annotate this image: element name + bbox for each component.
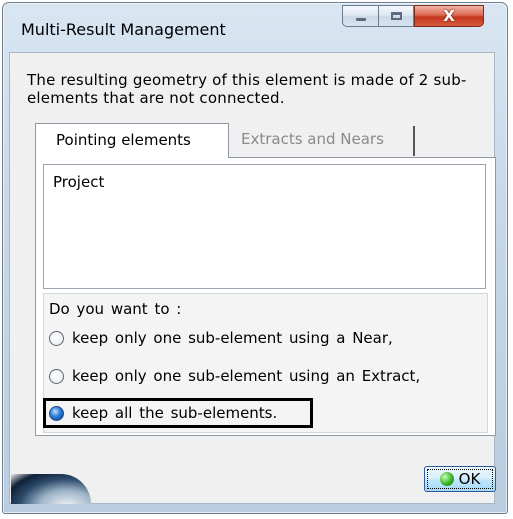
option-label: keep only one sub-element using an Extra… bbox=[72, 367, 421, 385]
radio-button[interactable] bbox=[49, 368, 64, 384]
option-keep-one-near[interactable]: keep only one sub-element using a Near, bbox=[49, 329, 393, 347]
pointing-elements-list[interactable]: Project bbox=[43, 164, 486, 289]
option-keep-one-extract[interactable]: keep only one sub-element using an Extra… bbox=[49, 367, 420, 385]
maximize-button[interactable] bbox=[378, 5, 414, 27]
window-controls: X bbox=[342, 5, 484, 27]
result-message: The resulting geometry of this element i… bbox=[27, 71, 467, 107]
tab-extracts-and-nears[interactable]: Extracts and Nears bbox=[229, 126, 415, 156]
ok-button[interactable]: OK bbox=[424, 466, 496, 492]
green-ok-icon bbox=[439, 472, 454, 486]
close-icon: X bbox=[443, 7, 455, 25]
radio-button[interactable] bbox=[49, 330, 64, 346]
tab-pointing-elements[interactable]: Pointing elements bbox=[35, 123, 229, 158]
ok-label: OK bbox=[458, 470, 481, 488]
option-label: keep only one sub-element using a Near, bbox=[72, 329, 393, 347]
options-question: Do you want to : bbox=[49, 300, 182, 318]
maximize-icon bbox=[390, 12, 402, 20]
tab-label: Pointing elements bbox=[56, 131, 191, 149]
window-title: Multi-Result Management bbox=[21, 20, 226, 39]
list-item[interactable]: Project bbox=[53, 173, 104, 191]
close-button[interactable]: X bbox=[414, 5, 484, 27]
selection-highlight-box bbox=[43, 398, 313, 428]
minimize-icon bbox=[355, 17, 366, 21]
title-bar[interactable]: Multi-Result Management X bbox=[3, 3, 507, 55]
tab-label: Extracts and Nears bbox=[241, 130, 384, 148]
minimize-button[interactable] bbox=[342, 5, 378, 27]
